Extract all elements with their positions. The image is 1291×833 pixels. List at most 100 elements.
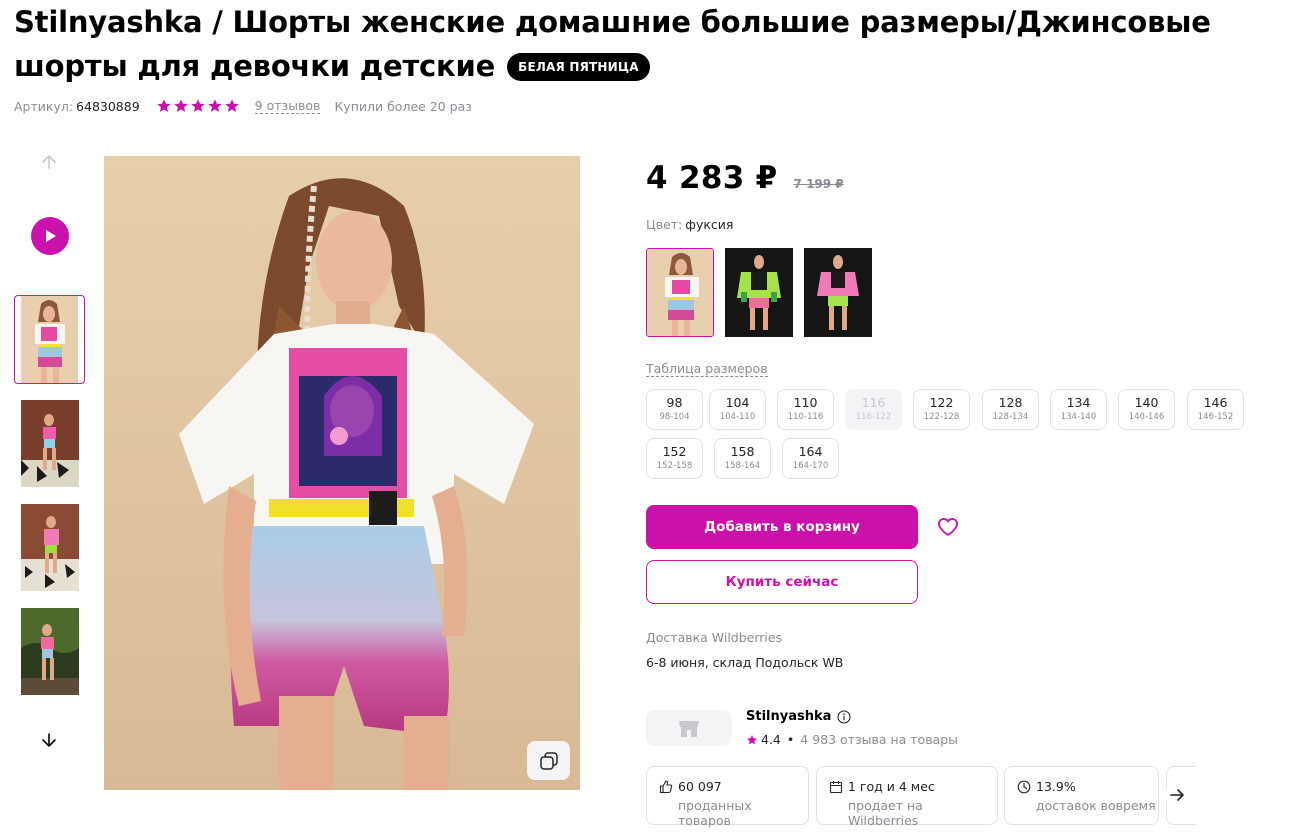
gallery-thumbnail[interactable] xyxy=(21,504,79,591)
product-meta: Артикул: 64830889 9 отзывов Купили более… xyxy=(14,96,472,116)
gallery-thumbnail[interactable] xyxy=(21,400,79,487)
size-label: 134 xyxy=(1066,395,1091,410)
size-range: 146-152 xyxy=(1197,412,1234,422)
size-label: 152 xyxy=(662,444,687,459)
color-selector-label: Цвет: фуксия xyxy=(646,217,733,232)
size-range: 128-134 xyxy=(992,412,1029,422)
stat-value-row: 1 год и 4 мес xyxy=(829,779,997,794)
seller-reviews: 4 983 отзыва на товары xyxy=(800,732,959,747)
old-price: 7 199 ₽ xyxy=(793,177,844,191)
star-icon xyxy=(191,99,205,112)
size-label: 122 xyxy=(929,395,954,410)
seller-rating-value: 4.4 xyxy=(761,732,781,747)
bought-count: Купили более 20 раз xyxy=(334,98,472,114)
size-option[interactable]: 140 140-146 xyxy=(1118,389,1175,430)
size-option[interactable]: 104 104-110 xyxy=(709,389,766,430)
size-option[interactable]: 122 122-128 xyxy=(913,389,970,430)
stat-value: 60 097 xyxy=(678,779,722,794)
fullscreen-button[interactable] xyxy=(527,741,570,780)
size-range: 98-104 xyxy=(659,412,690,422)
size-option[interactable]: 158 158-164 xyxy=(714,438,771,479)
size-label: 158 xyxy=(730,444,755,459)
size-label: 146 xyxy=(1203,395,1228,410)
current-price: 4 283 ₽ xyxy=(646,160,778,196)
gallery-thumbnail[interactable] xyxy=(14,295,85,384)
color-label: Цвет: xyxy=(646,217,683,232)
size-label: 140 xyxy=(1134,395,1159,410)
size-option[interactable]: 128 128-134 xyxy=(982,389,1039,430)
size-option[interactable]: 164 164-170 xyxy=(782,438,839,479)
stat-sold: 60 097 проданных товаров xyxy=(646,766,809,828)
star-icon xyxy=(225,99,239,112)
size-range: 110-116 xyxy=(787,412,824,422)
photo-thumbnail-image xyxy=(21,504,79,591)
gallery-thumbnail[interactable] xyxy=(21,608,79,695)
color-swatch-image xyxy=(725,248,793,337)
shop-icon xyxy=(679,721,699,737)
add-to-cart-button[interactable]: Добавить в корзину xyxy=(646,505,918,549)
seller-name[interactable]: Stilnyashka xyxy=(746,709,851,724)
star-icon xyxy=(208,99,222,112)
thumbs-up-icon xyxy=(659,779,673,793)
star-icon xyxy=(747,734,757,744)
product-title: Stilnyashka / Шорты женские домашние бол… xyxy=(14,0,1284,88)
seller-logo[interactable] xyxy=(646,710,732,746)
video-play-button[interactable] xyxy=(31,217,69,255)
seller-rating: 4.4 • 4 983 отзыва на товары xyxy=(746,732,958,747)
main-product-photo[interactable] xyxy=(104,156,580,790)
size-option[interactable]: 152 152-158 xyxy=(646,438,703,479)
calendar-icon xyxy=(829,780,843,793)
size-range: 116-122 xyxy=(855,412,892,422)
size-option[interactable]: 98 98-104 xyxy=(646,389,703,430)
rating-stars xyxy=(156,98,241,114)
size-option[interactable]: 134 134-140 xyxy=(1050,389,1107,430)
color-swatch[interactable] xyxy=(646,248,714,337)
color-swatch[interactable] xyxy=(725,248,793,337)
article-label: Артикул: xyxy=(14,98,74,114)
color-swatch-image xyxy=(647,249,713,336)
info-icon[interactable] xyxy=(837,709,851,724)
size-table-link[interactable]: Таблица размеров xyxy=(646,361,768,377)
size-label: 116 xyxy=(861,395,886,410)
arrow-right-icon[interactable] xyxy=(1165,783,1189,807)
stat-label: доставок вовремя xyxy=(1036,798,1156,813)
photo-thumbnail-image xyxy=(21,400,79,487)
price-block: 4 283 ₽ 7 199 ₽ xyxy=(646,160,844,196)
stat-value: 1 год и 4 мес xyxy=(848,779,935,794)
photo-thumbnail-image xyxy=(21,608,79,695)
size-label: 98 xyxy=(666,395,683,410)
photo-thumbnail-image xyxy=(21,296,78,383)
article-value[interactable]: 64830889 xyxy=(76,99,140,114)
color-swatch-image xyxy=(804,248,872,337)
reviews-link[interactable]: 9 отзывов xyxy=(254,98,321,114)
separator-dot: • xyxy=(786,732,795,747)
stat-label: проданных товаров xyxy=(678,798,752,828)
favorite-heart-icon[interactable] xyxy=(936,515,960,539)
size-label: 128 xyxy=(998,395,1023,410)
size-label: 104 xyxy=(725,395,750,410)
size-range: 158-164 xyxy=(724,461,761,471)
size-label: 164 xyxy=(798,444,823,459)
color-swatch[interactable] xyxy=(804,248,872,337)
star-icon xyxy=(174,99,188,112)
buy-now-button[interactable]: Купить сейчас xyxy=(646,560,918,604)
size-option-unavailable: 116 116-122 xyxy=(845,389,902,430)
size-range: 140-146 xyxy=(1128,412,1165,422)
delivery-date: 6-8 июня, склад Подольск WB xyxy=(646,655,844,670)
clock-icon xyxy=(1017,780,1031,793)
arrow-up-icon[interactable] xyxy=(39,152,59,172)
stat-value-row: 60 097 xyxy=(659,779,808,794)
seller-name-text: Stilnyashka xyxy=(746,709,832,724)
arrow-down-icon[interactable] xyxy=(39,730,59,750)
size-option[interactable]: 110 110-116 xyxy=(777,389,834,430)
size-range: 104-110 xyxy=(719,412,756,422)
stat-label: продает на Wildberries xyxy=(848,798,923,828)
stat-value: 13.9% xyxy=(1036,779,1076,794)
star-icon xyxy=(157,99,171,112)
size-range: 122-128 xyxy=(923,412,960,422)
size-range: 134-140 xyxy=(1060,412,1097,422)
promo-badge: БЕЛАЯ ПЯТНИЦА xyxy=(507,53,650,81)
color-value: фуксия xyxy=(685,217,734,232)
size-option[interactable]: 146 146-152 xyxy=(1187,389,1244,430)
size-label: 110 xyxy=(793,395,818,410)
